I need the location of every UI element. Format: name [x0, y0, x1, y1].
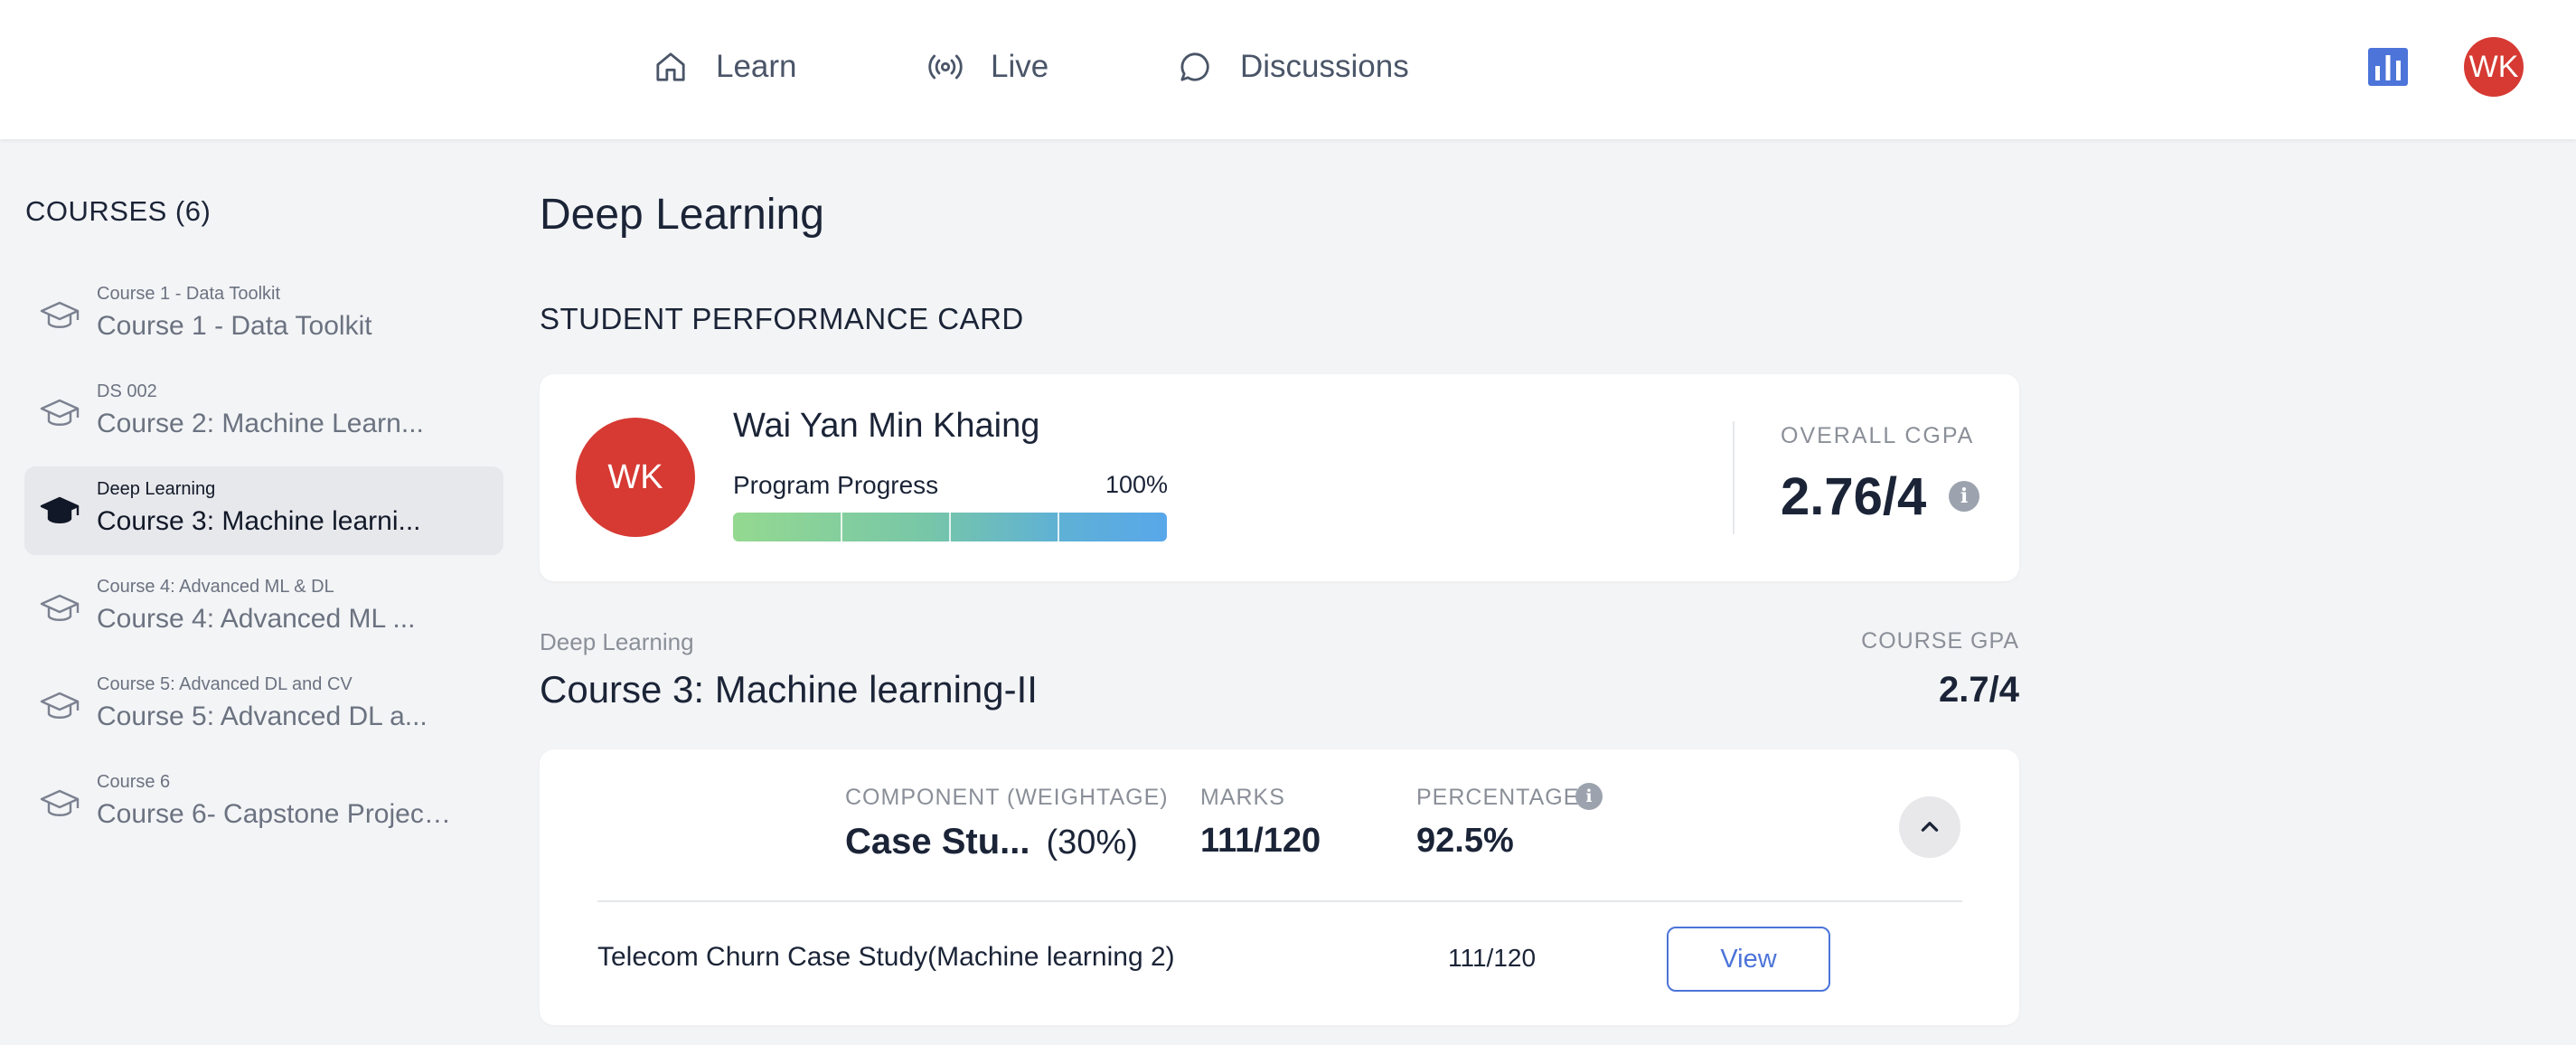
- top-navigation-bar: Learn Live Discussions WK: [0, 0, 2576, 139]
- student-performance-card: WK Wai Yan Min Khaing Program Progress 1…: [540, 374, 2019, 581]
- nav-discussions[interactable]: Discussions: [1175, 42, 1409, 92]
- component-name: Case Stu...: [845, 822, 1030, 861]
- nav-discussions-label: Discussions: [1240, 49, 1409, 84]
- progress-segment-divider: [949, 513, 951, 541]
- course-subtitle: Course 4: Advanced ML & DL: [97, 577, 334, 597]
- graduation-cap-icon: [40, 789, 80, 816]
- course-subtitle: Course 1 - Data Toolkit: [97, 284, 281, 304]
- course-title: Course 3: Machine learning-II: [540, 668, 1038, 711]
- overall-cgpa-value: 2.76/4: [1781, 467, 1927, 526]
- course-subtitle: Deep Learning: [97, 479, 216, 499]
- course-gpa-label: COURSE GPA: [1861, 628, 2019, 654]
- course-title: Course 6- Capstone Project ...: [97, 799, 458, 829]
- program-progress-label: Program Progress: [733, 471, 939, 499]
- sidebar-course-1[interactable]: Course 1 - Data Toolkit Course 1 - Data …: [24, 271, 503, 360]
- graduation-cap-icon: [40, 301, 80, 328]
- page-title: Deep Learning: [540, 191, 824, 239]
- view-button[interactable]: View: [1667, 927, 1830, 992]
- course-title: Course 2: Machine Learn...: [97, 409, 424, 438]
- progress-segment-divider: [841, 513, 842, 541]
- program-progress-fill: [733, 513, 1167, 541]
- graduation-cap-icon: [40, 594, 80, 621]
- component-header: COMPONENT (WEIGHTAGE): [845, 785, 1169, 810]
- course-sidebar: COURSES (6) Course 1 - Data Toolkit Cour…: [0, 139, 506, 1045]
- component-marks: 111/120: [1200, 822, 1321, 860]
- sidebar-course-4[interactable]: Course 4: Advanced ML & DL Course 4: Adv…: [24, 564, 503, 653]
- course-breadcrumb: Deep Learning: [540, 628, 694, 655]
- graduation-cap-icon: [40, 692, 80, 719]
- nav-learn[interactable]: Learn: [651, 42, 797, 92]
- marks-header: MARKS: [1200, 785, 1285, 810]
- course-title: Course 3: Machine learni...: [97, 506, 421, 536]
- assessment-marks: 111/120: [1448, 944, 1537, 972]
- percentage-header: PERCENTAGE: [1416, 785, 1580, 810]
- component-card: COMPONENT (WEIGHTAGE) MARKS PERCENTAGE i…: [540, 749, 2019, 1025]
- component-percentage: 92.5%: [1416, 822, 1514, 860]
- courses-heading: COURSES (6): [25, 195, 212, 227]
- course-subtitle: Course 6: [97, 772, 171, 792]
- collapse-button[interactable]: [1899, 796, 1960, 858]
- home-icon: [651, 47, 691, 87]
- divider: [597, 900, 1962, 902]
- student-avatar: WK: [576, 418, 695, 537]
- course-subtitle: DS 002: [97, 381, 157, 401]
- course-title: Course 1 - Data Toolkit: [97, 311, 372, 341]
- bar-chart-icon[interactable]: [2368, 48, 2408, 86]
- sidebar-course-5[interactable]: Course 5: Advanced DL and CV Course 5: A…: [24, 662, 503, 750]
- nav-live[interactable]: Live: [926, 42, 1048, 92]
- assessment-name: Telecom Churn Case Study(Machine learnin…: [597, 942, 1175, 972]
- course-gpa-value: 2.7/4: [1939, 670, 2019, 710]
- info-icon[interactable]: i: [1575, 783, 1603, 810]
- component-value: Case Stu... (30%): [845, 822, 1138, 862]
- sidebar-course-3[interactable]: Deep Learning Course 3: Machine learni..…: [24, 466, 503, 555]
- progress-segment-divider: [1058, 513, 1059, 541]
- graduation-cap-icon: [40, 496, 80, 523]
- broadcast-icon: [926, 47, 965, 87]
- student-name: Wai Yan Min Khaing: [733, 407, 1040, 445]
- chat-bubble-icon: [1175, 47, 1215, 87]
- card-divider: [1733, 421, 1735, 534]
- chevron-up-icon: [1921, 822, 1939, 832]
- nav-learn-label: Learn: [716, 49, 797, 84]
- course-title: Course 4: Advanced ML ...: [97, 604, 416, 634]
- program-progress-bar: [733, 513, 1167, 541]
- course-title: Course 5: Advanced DL a...: [97, 701, 428, 731]
- graduation-cap-icon: [40, 399, 80, 426]
- component-weightage: (30%): [1046, 824, 1138, 861]
- user-avatar[interactable]: WK: [2464, 37, 2524, 97]
- nav-live-label: Live: [991, 49, 1049, 84]
- program-progress-value: 100%: [1105, 471, 1169, 498]
- course-subtitle: Course 5: Advanced DL and CV: [97, 674, 353, 694]
- course-list: Course 1 - Data Toolkit Course 1 - Data …: [24, 271, 503, 857]
- info-icon[interactable]: i: [1949, 481, 1979, 512]
- sidebar-course-2[interactable]: DS 002 Course 2: Machine Learn...: [24, 369, 503, 457]
- sidebar-course-6[interactable]: Course 6 Course 6- Capstone Project ...: [24, 759, 503, 848]
- performance-card-heading: STUDENT PERFORMANCE CARD: [540, 302, 1024, 335]
- overall-cgpa-label: OVERALL CGPA: [1781, 423, 1975, 448]
